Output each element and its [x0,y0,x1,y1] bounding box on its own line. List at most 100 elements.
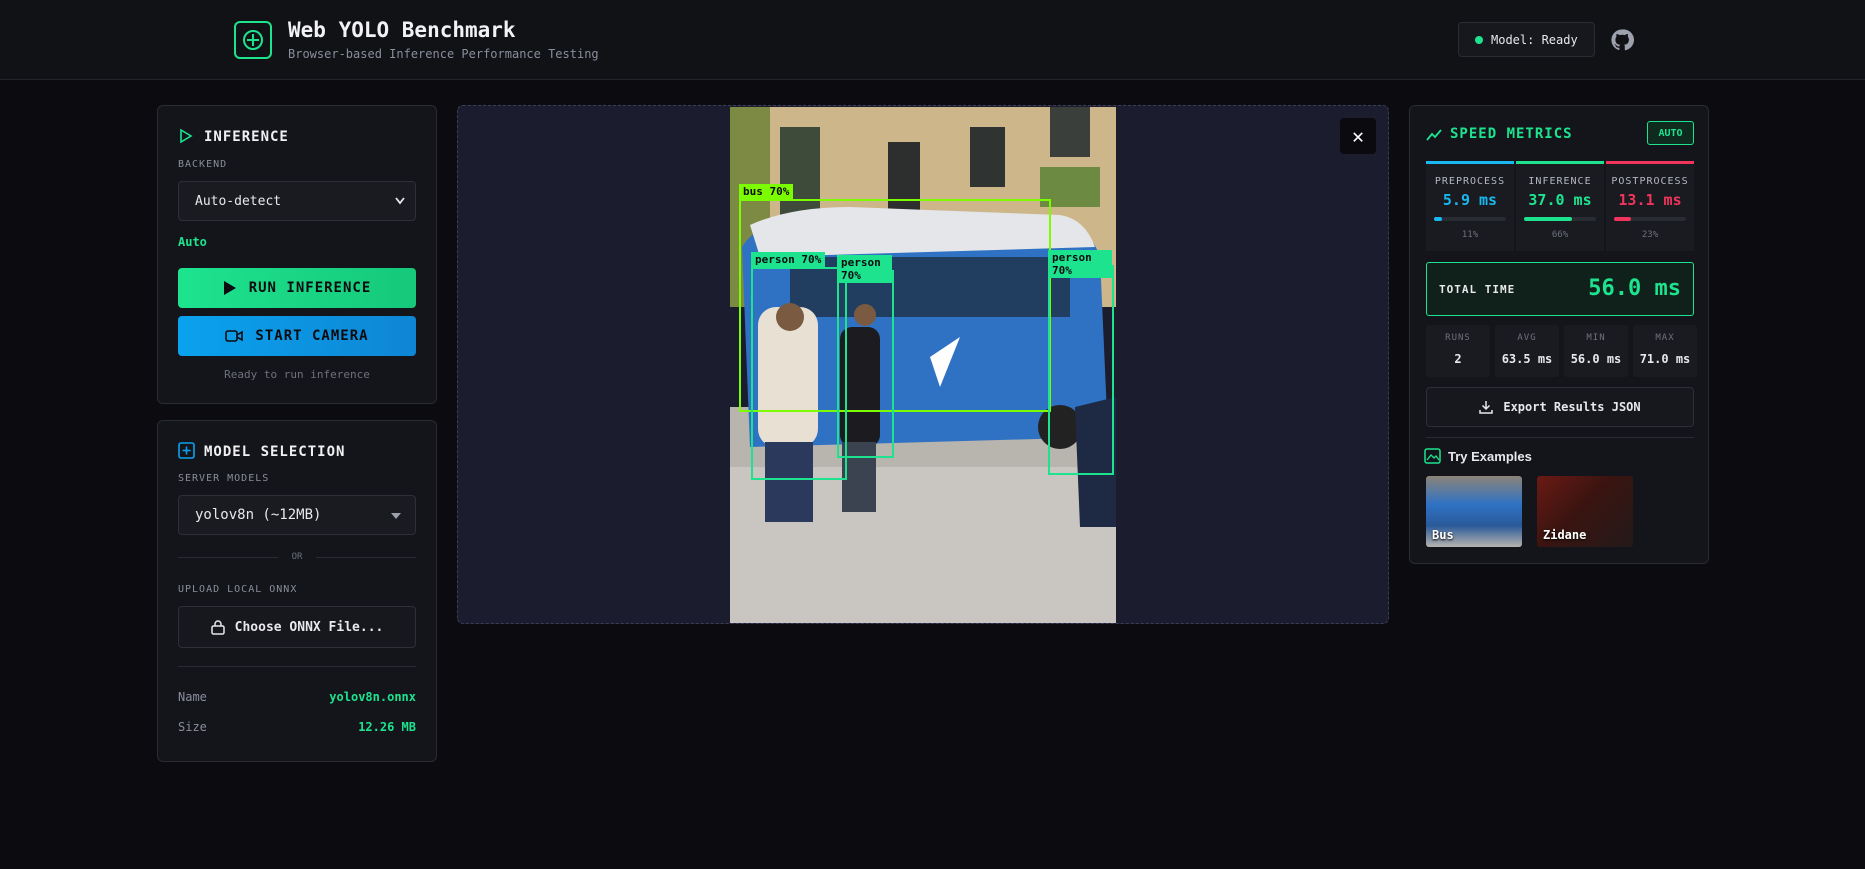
avg-stat: AVG 63.5 ms [1495,325,1559,377]
min-key: MIN [1586,333,1606,343]
min-value: 56.0 ms [1570,352,1622,366]
image-viewer[interactable]: bus 70% person 70% person 70% person 70%… [457,105,1389,624]
divider-examples [1426,437,1694,438]
caret-down-icon [391,513,401,519]
divider-info [178,666,416,667]
divider-right [316,557,416,558]
postprocess-name: POSTPROCESS [1611,176,1689,187]
inference-value: 37.0 ms [1528,191,1592,209]
total-time-label: TOTAL TIME [1439,283,1516,296]
lock-icon [210,619,225,635]
example-thumb-zidane[interactable]: Zidane [1537,476,1633,547]
runs-key: RUNS [1445,333,1471,343]
server-model-value: yolov8n (~12MB) [195,507,322,523]
example-zidane-label: Zidane [1543,528,1587,542]
play-outline-icon [180,128,193,144]
backend-select-value: Auto-detect [195,193,282,209]
example-thumb-bus[interactable]: Bus [1426,476,1522,547]
auto-badge[interactable]: AUTO [1647,121,1694,145]
inference-name: INFERENCE [1528,176,1592,187]
download-icon [1479,401,1494,414]
play-icon [223,281,236,295]
start-camera-label: START CAMERA [255,328,369,344]
video-camera-icon [225,330,244,342]
app-title: Web YOLO Benchmark [288,18,516,42]
max-value: 71.0 ms [1639,352,1691,366]
status-dot-icon [1475,35,1483,44]
runs-stat: RUNS 2 [1426,325,1490,377]
model-selection-title: MODEL SELECTION [204,444,346,460]
inference-bar [1524,217,1596,221]
example-bus-label: Bus [1432,528,1454,542]
postprocess-bar-fill [1614,217,1631,221]
total-time-box: TOTAL TIME 56.0 ms [1426,262,1694,316]
total-time-value: 56.0 ms [1588,276,1681,301]
image-icon [1424,448,1441,464]
speed-metrics-title: SPEED METRICS [1450,126,1573,142]
or-divider-text: OR [291,552,303,562]
speed-metrics-panel: SPEED METRICS AUTO PREPROCESS 5.9 ms 11%… [1409,105,1709,564]
model-selection-panel: MODEL SELECTION SERVER MODELS yolov8n (~… [157,420,437,762]
divider-left [178,557,278,558]
backend-select[interactable]: Auto-detect [178,181,416,221]
github-icon[interactable] [1610,28,1634,56]
avg-value: 63.5 ms [1501,352,1553,366]
close-image-button[interactable]: ✕ [1340,118,1376,154]
preprocess-name: PREPROCESS [1434,176,1506,187]
inference-panel: INFERENCE BACKEND Auto-detect Auto RUN I… [157,105,437,404]
min-stat: MIN 56.0 ms [1564,325,1628,377]
detection-label-person: person 70% [837,255,892,283]
postprocess-metric: POSTPROCESS 13.1 ms 23% [1606,161,1694,251]
preprocess-value: 5.9 ms [1442,191,1498,209]
avg-key: AVG [1517,333,1537,343]
server-model-select[interactable]: yolov8n (~12MB) [178,495,416,535]
inference-bar-fill [1524,217,1572,221]
trend-up-icon [1426,129,1442,141]
detection-box-person: person 70% [837,255,894,458]
preprocess-bar-fill [1434,217,1442,221]
server-models-label: SERVER MODELS [178,473,270,484]
detection-label-person: person 70% [751,252,826,267]
app-subtitle: Browser-based Inference Performance Test… [288,47,599,61]
inference-status-text: Ready to run inference [224,368,370,381]
postprocess-pct: 23% [1641,230,1659,240]
model-name-key: Name [178,690,207,704]
preprocess-bar [1434,217,1506,221]
preprocess-metric: PREPROCESS 5.9 ms 11% [1426,161,1514,251]
export-json-label: Export Results JSON [1503,400,1641,414]
inference-metric: INFERENCE 37.0 ms 66% [1516,161,1604,251]
backend-detected: Auto [178,235,207,249]
run-inference-button[interactable]: RUN INFERENCE [178,268,416,308]
crosshair-logo-icon [234,21,272,59]
detection-box-person: person 70% [751,252,847,480]
model-name-value: yolov8n.onnx [329,690,416,704]
detection-label-bus: bus 70% [739,184,794,199]
app-header: Web YOLO Benchmark Browser-based Inferen… [0,0,1865,80]
export-json-button[interactable]: Export Results JSON [1426,387,1694,427]
postprocess-bar [1614,217,1686,221]
inference-title: INFERENCE [204,129,289,145]
model-status-text: Model: Ready [1491,32,1578,47]
postprocess-value: 13.1 ms [1618,191,1682,209]
backend-label: BACKEND [178,159,228,170]
try-examples-title: Try Examples [1448,449,1532,464]
model-size-key: Size [178,720,207,734]
runs-value: 2 [1454,352,1462,366]
choose-onnx-label: Choose ONNX File... [234,619,384,635]
model-size-value: 12.26 MB [358,720,416,734]
add-box-icon [178,442,195,459]
model-status-badge: Model: Ready [1458,22,1595,57]
run-inference-label: RUN INFERENCE [248,280,372,296]
detection-label-person: person 70% [1048,250,1112,278]
chevron-down-icon [395,197,405,205]
inference-pct: 66% [1551,230,1569,240]
start-camera-button[interactable]: START CAMERA [178,316,416,356]
close-icon: ✕ [1351,124,1365,148]
detection-box-person: person 70% [1048,250,1114,475]
max-key: MAX [1655,333,1675,343]
choose-onnx-button[interactable]: Choose ONNX File... [178,606,416,648]
preprocess-pct: 11% [1461,230,1479,240]
upload-onnx-label: UPLOAD LOCAL ONNX [178,584,298,595]
max-stat: MAX 71.0 ms [1633,325,1697,377]
result-image: bus 70% person 70% person 70% person 70% [730,107,1116,623]
